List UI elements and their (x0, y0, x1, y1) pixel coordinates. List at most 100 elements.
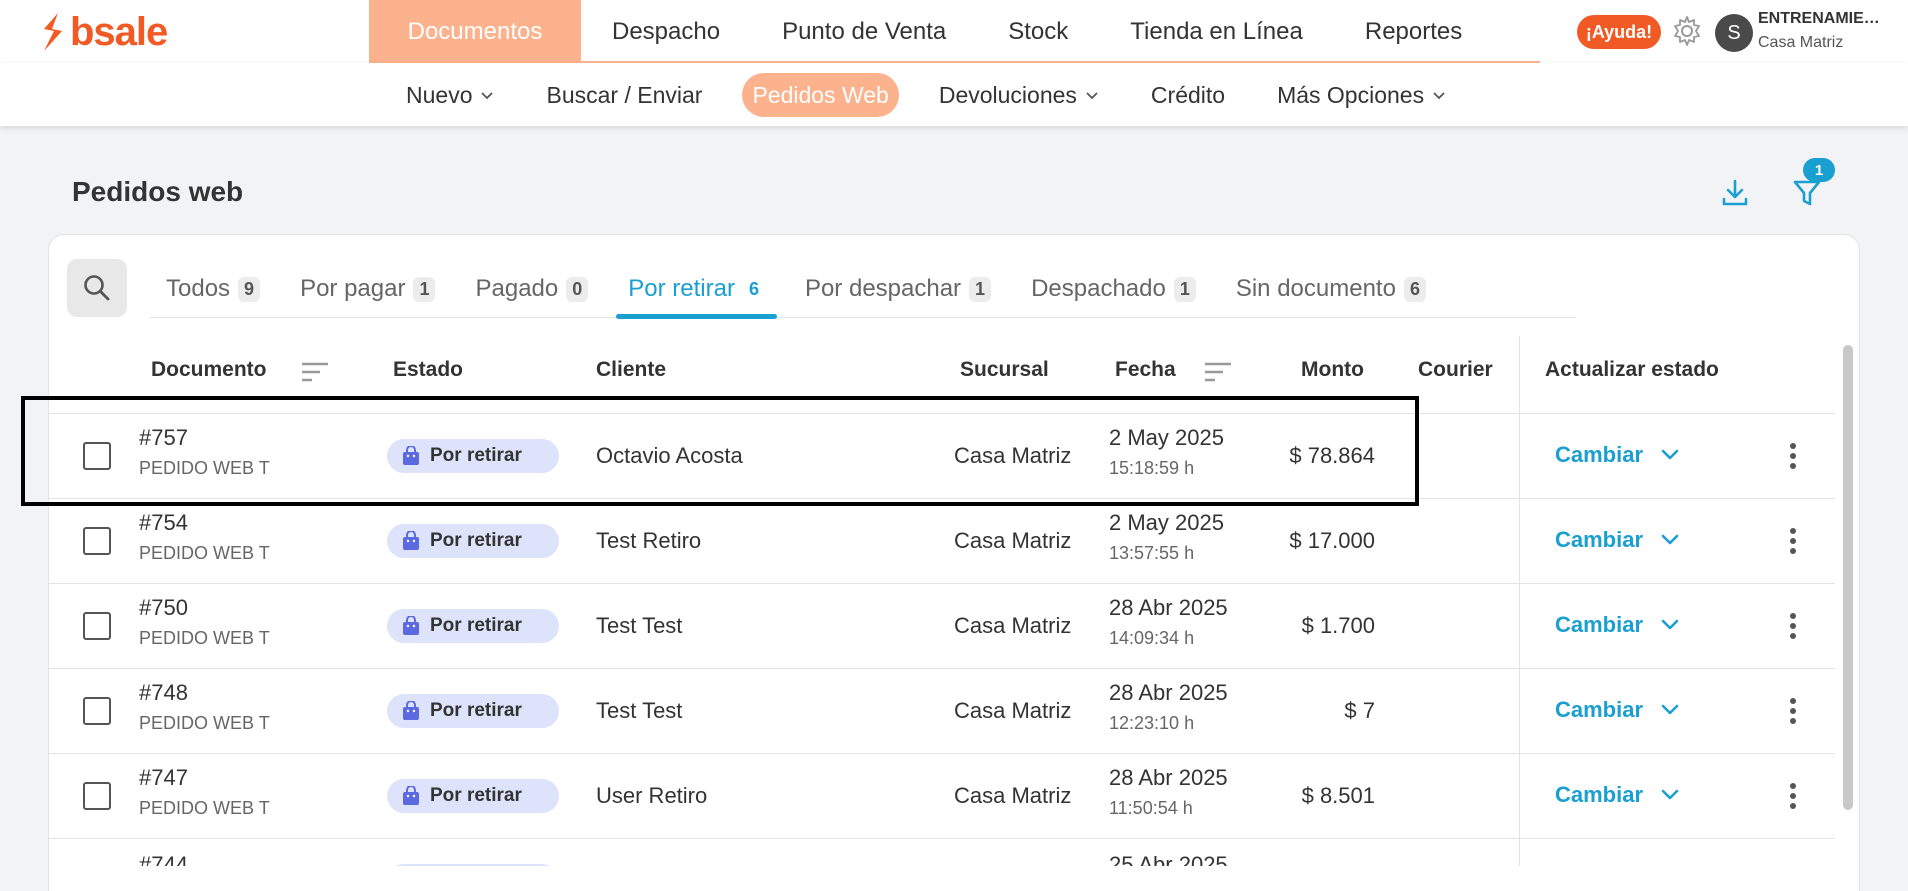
order-date: 28 Abr 2025 (1109, 679, 1228, 705)
tab-sin-documento[interactable]: Sin documento 6 (1224, 260, 1438, 318)
status-tabs: Todos 9 Por pagar 1 Pagado 0 Por retirar… (150, 260, 1576, 319)
tab-todos[interactable]: Todos 9 (154, 260, 272, 318)
order-amount: $ 1.700 (1301, 612, 1375, 638)
change-status-dropdown[interactable]: Cambiar (1555, 782, 1679, 808)
status-badge: Por retirar (387, 608, 559, 643)
shopping-bag-icon (403, 615, 419, 635)
tab-count: 1 (1173, 276, 1196, 302)
column-header-courier: Courier (1418, 358, 1493, 381)
tab-por-retirar[interactable]: Por retirar 6 (616, 260, 777, 319)
shopping-bag-icon (403, 700, 419, 720)
change-status-dropdown[interactable]: Cambiar (1555, 442, 1679, 468)
client-name: User Retiro (596, 782, 708, 808)
branch-name: Casa Matriz (954, 527, 1072, 553)
client-name: Test Retiro (596, 527, 702, 553)
search-button[interactable] (67, 259, 127, 317)
nav-tienda-en-linea[interactable]: Tienda en Línea (1099, 0, 1334, 63)
tab-por-despachar[interactable]: Por despachar 1 (793, 260, 1003, 318)
download-icon[interactable] (1718, 176, 1752, 210)
tab-por-pagar[interactable]: Por pagar 1 (288, 260, 447, 318)
tab-label: Despachado (1031, 275, 1166, 302)
sort-icon[interactable] (300, 361, 330, 383)
sort-icon[interactable] (1203, 361, 1233, 383)
change-status-label: Cambiar (1555, 526, 1644, 552)
chevron-down-icon (1661, 789, 1679, 799)
change-status-dropdown[interactable]: Cambiar (1555, 612, 1679, 638)
change-status-dropdown[interactable]: Cambiar (1555, 697, 1679, 723)
change-status-dropdown[interactable]: Cambiar (1555, 527, 1679, 553)
change-status-label: Cambiar (1555, 611, 1644, 637)
column-header-documento: Documento (151, 358, 267, 381)
partial-row-doc: #744 (139, 856, 188, 866)
subnav-devoluciones[interactable]: Devoluciones (913, 73, 1125, 117)
filter-count-badge: 1 (1803, 158, 1835, 182)
order-amount: $ 8.501 (1301, 782, 1375, 808)
shopping-bag-icon (403, 785, 419, 805)
scrollbar[interactable] (1843, 345, 1853, 810)
row-checkbox[interactable] (83, 696, 111, 725)
bsale-logo[interactable]: bsale (38, 8, 168, 56)
row-checkbox[interactable] (83, 611, 111, 640)
order-number[interactable]: #754 (139, 510, 188, 536)
avatar[interactable]: S (1715, 14, 1753, 52)
column-header-monto: Monto (1301, 358, 1364, 381)
tab-label: Sin documento (1235, 275, 1396, 302)
tab-despachado[interactable]: Despachado 1 (1019, 260, 1208, 318)
tab-label: Por despachar (804, 275, 962, 302)
gear-icon[interactable] (1670, 14, 1704, 48)
row-divider (48, 838, 1835, 839)
tab-label: Por pagar (300, 275, 406, 302)
tab-count: 1 (969, 276, 992, 302)
main-nav: Documentos Despacho Punto de Venta Stock… (369, 0, 1540, 63)
subnav-credito[interactable]: Crédito (1125, 73, 1251, 117)
branch-name: Casa Matriz (954, 782, 1072, 808)
order-time: 14:09:34 h (1109, 627, 1195, 648)
nav-stock[interactable]: Stock (977, 0, 1099, 63)
branch-name: Casa Matriz (954, 697, 1072, 723)
more-options-icon[interactable] (1789, 782, 1797, 809)
tab-count: 9 (238, 276, 261, 302)
order-number[interactable]: #748 (139, 680, 188, 706)
order-number[interactable]: #747 (139, 765, 188, 791)
more-options-icon[interactable] (1789, 697, 1797, 724)
nav-despacho[interactable]: Despacho (581, 0, 751, 63)
subnav-nuevo[interactable]: Nuevo (380, 73, 520, 117)
subnav-mas-opciones[interactable]: Más Opciones (1251, 73, 1472, 117)
change-status-label: Cambiar (1555, 781, 1644, 807)
chevron-down-icon (481, 92, 494, 100)
bsale-logo-icon (44, 13, 62, 51)
row-divider (48, 753, 1835, 754)
order-type: PEDIDO WEB T (139, 627, 270, 648)
order-number[interactable]: #750 (139, 595, 188, 621)
status-label: Por retirar (430, 784, 522, 806)
column-header-fecha: Fecha (1115, 358, 1176, 381)
help-button[interactable]: ¡Ayuda! (1577, 15, 1661, 49)
row-divider (48, 583, 1835, 584)
partial-row-date: 25 Abr 2025 (1109, 856, 1228, 866)
user-name[interactable]: ENTRENAMIENTO (1758, 10, 1888, 28)
status-badge: Por retirar (387, 693, 559, 728)
tab-count: 0 (566, 276, 589, 302)
order-amount: $ 17.000 (1289, 527, 1375, 553)
more-options-icon[interactable] (1789, 612, 1797, 639)
nav-documentos[interactable]: Documentos (369, 0, 581, 63)
page-title: Pedidos web (72, 176, 244, 207)
row-divider (48, 668, 1835, 669)
user-branch: Casa Matriz (1758, 34, 1844, 51)
order-date: 28 Abr 2025 (1109, 764, 1228, 790)
column-header-estado: Estado (393, 358, 464, 381)
status-badge: Por retirar (387, 523, 559, 558)
order-time: 13:57:55 h (1109, 542, 1195, 563)
subnav-mas-opciones-label: Más Opciones (1277, 81, 1425, 108)
subnav-buscar-enviar[interactable]: Buscar / Enviar (520, 73, 728, 117)
nav-punto-de-venta[interactable]: Punto de Venta (751, 0, 977, 63)
row-checkbox[interactable] (83, 526, 111, 555)
subnav-pedidos-web[interactable]: Pedidos Web (742, 73, 899, 117)
more-options-icon[interactable] (1789, 527, 1797, 554)
order-date: 2 May 2025 (1109, 509, 1224, 535)
row-checkbox[interactable] (83, 781, 111, 810)
tab-pagado[interactable]: Pagado 0 (463, 260, 600, 318)
more-options-icon[interactable] (1789, 442, 1797, 469)
column-divider (1519, 336, 1520, 866)
nav-reportes[interactable]: Reportes (1334, 0, 1493, 63)
